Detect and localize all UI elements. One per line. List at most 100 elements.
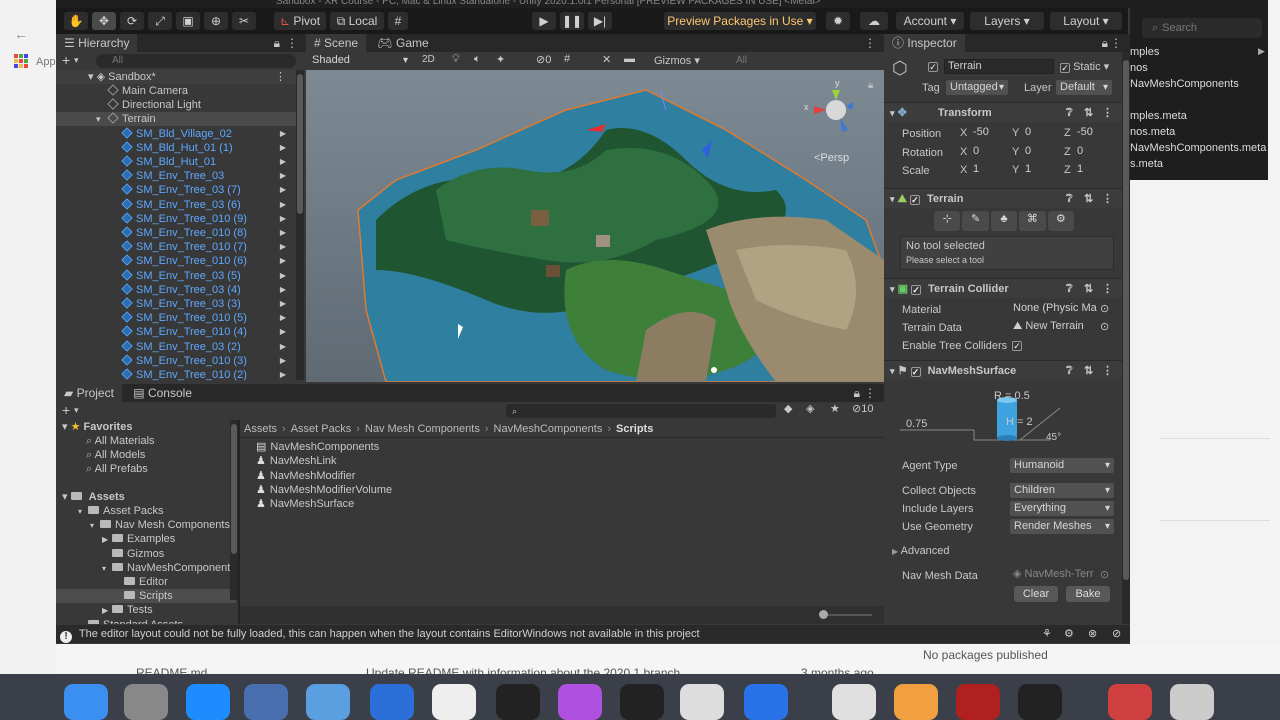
audio-icon[interactable]: 🔈︎ <box>474 53 481 66</box>
terrain-enabled-checkbox[interactable]: ✓ <box>909 195 920 205</box>
menu-icon[interactable]: ⋮ <box>286 34 298 52</box>
presets-icon[interactable]: ⇅ <box>1084 279 1093 299</box>
icon-size-slider[interactable] <box>819 610 828 619</box>
navmesh-surface-header[interactable]: ▾ ⚑ ✓ NavMeshSurface ❔︎ ⇅ ⋮ <box>884 360 1122 380</box>
script-file-item[interactable]: ♟ NavMeshModifierVolume <box>256 483 392 497</box>
prefab-open-icon[interactable]: ▶ <box>280 297 286 311</box>
rotation-x-field[interactable]: 0 <box>970 145 1010 160</box>
auto-generate-icon[interactable]: ⊗ <box>1088 625 1097 643</box>
component-menu-icon[interactable]: ⋮ <box>1102 103 1113 123</box>
rotation-z-field[interactable]: 0 <box>1074 145 1114 160</box>
lighting-icon[interactable]: 💡︎ <box>452 53 460 66</box>
use-geometry-dropdown[interactable]: Render Meshes <box>1010 519 1114 534</box>
inspector-lock-icon[interactable]: 🔒︎ <box>1102 34 1108 52</box>
hierarchy-item[interactable]: SM_Env_Tree_03 (5) ▶ <box>56 268 296 283</box>
prefab-open-icon[interactable]: ▶ <box>280 169 286 183</box>
terrain-collider-header[interactable]: ▾ ▣ ✓ Terrain Collider ❔︎ ⇅ ⋮ <box>884 278 1122 298</box>
prefab-open-icon[interactable]: ▶ <box>280 155 286 169</box>
assets-row[interactable]: ▾ Assets <box>56 490 236 504</box>
script-file-item[interactable]: ▤ NavMeshComponents <box>256 440 379 454</box>
expand-arrow-icon[interactable]: ▾ <box>890 194 895 204</box>
custom-tool-icon[interactable]: ✂ <box>232 12 256 30</box>
paint-trees-icon[interactable]: ♣ <box>990 211 1018 231</box>
tab-project[interactable]: ▰ Project <box>56 384 122 402</box>
signal-icon[interactable]: signal-icon <box>744 684 788 720</box>
scale-y-field[interactable]: 1 <box>1022 163 1062 178</box>
navmesh-enabled-checkbox[interactable]: ✓ <box>910 367 921 377</box>
tab-game[interactable]: 🎮︎ Game <box>369 34 437 52</box>
filter-type-icon[interactable]: ◆ <box>784 402 792 415</box>
breadcrumb-item[interactable]: Scripts <box>616 423 653 435</box>
position-z-field[interactable]: -50 <box>1074 126 1114 141</box>
trash-icon[interactable]: trash-icon <box>1170 684 1214 720</box>
raise-terrain-icon[interactable]: ⊹ <box>934 211 961 231</box>
object-picker-icon[interactable]: ⊙ <box>1100 320 1109 333</box>
hand-tool-icon[interactable]: ✋ <box>64 12 88 30</box>
hierarchy-item[interactable]: SM_Env_Tree_03 (3) ▶ <box>56 297 296 311</box>
apple-tv-icon[interactable]: apple-tv-icon <box>620 684 664 720</box>
collapse-arrow-icon[interactable]: ▶ <box>892 547 898 556</box>
hierarchy-item[interactable]: SM_Bld_Hut_01 ▶ <box>56 155 296 169</box>
hierarchy-item[interactable]: SM_Env_Tree_010 (5) ▶ <box>56 311 296 325</box>
account-dropdown[interactable]: Account ▾ <box>896 12 964 30</box>
agent-type-dropdown[interactable]: Humanoid <box>1010 458 1114 473</box>
scene-menu-icon[interactable]: ⋮ <box>864 34 876 52</box>
prefab-open-icon[interactable]: ▶ <box>280 325 286 339</box>
hierarchy-item[interactable]: Main Camera <box>56 84 296 98</box>
scale-tool-icon[interactable]: ⤢ <box>148 12 172 30</box>
active-checkbox[interactable]: ✓ <box>928 60 938 72</box>
downloads-icon[interactable]: downloads-icon <box>1108 684 1152 720</box>
material-field[interactable]: None (Physic Ma <box>1010 302 1114 317</box>
effects-icon[interactable]: ✦ <box>496 53 505 66</box>
lock-icon[interactable]: 🔒︎ <box>274 34 280 52</box>
layout-dropdown[interactable]: Layout ▾ <box>1050 12 1122 30</box>
prefab-open-icon[interactable]: ▶ <box>280 240 286 254</box>
shading-mode-dropdown[interactable]: Shaded <box>308 53 412 68</box>
hierarchy-item[interactable]: Directional Light <box>56 98 296 112</box>
add-icon[interactable]: + <box>62 52 70 68</box>
expand-arrow-icon[interactable]: ▾ <box>96 112 101 126</box>
safari-icon[interactable]: safari-icon <box>370 684 414 720</box>
apps-label[interactable]: App <box>36 56 56 68</box>
chrome-icon[interactable]: chrome-icon <box>832 684 876 720</box>
prefab-open-icon[interactable]: ▶ <box>280 183 286 197</box>
scale-z-field[interactable]: 1 <box>1074 163 1114 178</box>
scene-row[interactable]: ▾ ◈ Sandbox* ⋮ <box>56 70 296 84</box>
hierarchy-item[interactable]: SM_Env_Tree_010 (3) ▶ <box>56 354 296 368</box>
cloud-icon[interactable]: ☁ <box>860 12 888 30</box>
breadcrumb-item[interactable]: Nav Mesh Components <box>365 423 480 435</box>
chevron-down-icon[interactable]: ▾ <box>74 55 79 66</box>
collab-icon[interactable]: ✹ <box>826 12 850 30</box>
prefab-open-icon[interactable]: ▶ <box>280 311 286 325</box>
help-icon[interactable]: ❔︎ <box>1066 189 1073 209</box>
hierarchy-item[interactable]: SM_Env_Tree_010 (6) ▶ <box>56 254 296 268</box>
favorite-item[interactable]: ⌕ All Models <box>56 448 236 462</box>
favorite-item[interactable]: ⌕ All Prefabs <box>56 462 236 476</box>
expand-arrow-icon[interactable]: ▾ <box>890 284 895 294</box>
hierarchy-item[interactable]: SM_Env_Tree_010 (4) ▶ <box>56 325 296 339</box>
system-preferences-icon[interactable]: system-preferences-icon <box>124 684 168 720</box>
hidden-count[interactable]: ⊘10 <box>852 402 873 415</box>
project-lock-icon[interactable]: 🔒︎ <box>854 384 860 402</box>
hierarchy-item[interactable]: SM_Env_Tree_03 (6) ▶ <box>56 197 296 212</box>
hierarchy-item[interactable]: SM_Env_Tree_03 (2) ▶ <box>56 339 296 354</box>
component-menu-icon[interactable]: ⋮ <box>1102 189 1113 209</box>
transform-tool-icon[interactable]: ⊕ <box>204 12 228 30</box>
prefab-open-icon[interactable]: ▶ <box>280 354 286 368</box>
collaborate-icon[interactable]: ⊘ <box>1112 625 1121 643</box>
prefab-open-icon[interactable]: ▶ <box>280 127 286 141</box>
rotation-y-field[interactable]: 0 <box>1022 145 1062 160</box>
back-arrow-icon[interactable]: ← <box>14 26 28 42</box>
prefab-open-icon[interactable]: ▶ <box>280 254 286 268</box>
asset-folder-item[interactable]: ▶ Tests <box>56 603 236 617</box>
expand-arrow-icon[interactable]: ▾ <box>62 421 68 433</box>
move-tool-icon[interactable]: ✥ <box>92 12 116 30</box>
component-menu-icon[interactable]: ⋮ <box>1102 361 1113 381</box>
tab-console[interactable]: ▤ Console <box>125 384 200 402</box>
hierarchy-item[interactable]: SM_Env_Tree_010 (7) ▶ <box>56 240 296 254</box>
inspector-scrollbar[interactable] <box>1122 52 1130 624</box>
prefab-open-icon[interactable]: ▶ <box>280 368 286 382</box>
cache-server-icon[interactable]: ⚙ <box>1064 625 1074 643</box>
tree-arrow-icon[interactable]: ▾ <box>102 562 112 576</box>
scene-search-input[interactable]: All <box>724 54 874 68</box>
